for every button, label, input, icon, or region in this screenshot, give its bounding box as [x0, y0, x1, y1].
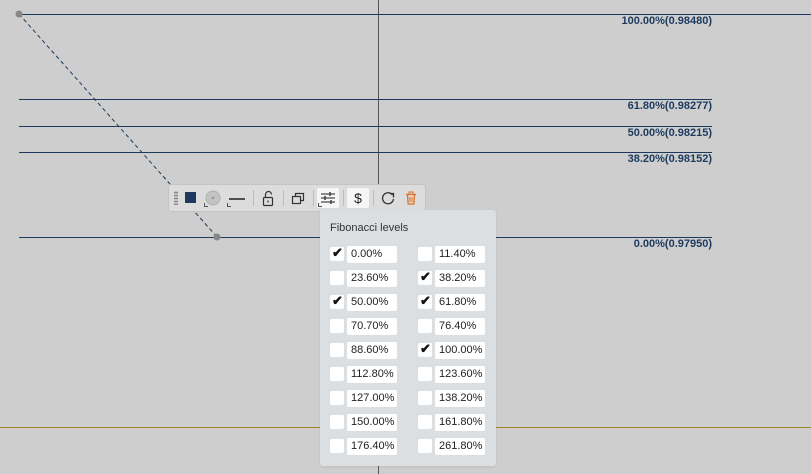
refresh-button[interactable] [377, 188, 399, 208]
level-value-input[interactable]: 70.70% [347, 318, 397, 335]
level-value-input[interactable]: 127.00% [347, 390, 397, 407]
checkmark-icon: ✔ [420, 293, 431, 308]
settings-button[interactable] [317, 188, 339, 208]
price-label-button[interactable]: $ [347, 188, 369, 208]
level-checkbox[interactable] [418, 247, 432, 261]
level-value-input[interactable]: 112.80% [347, 366, 397, 383]
checkmark-icon: ✔ [420, 341, 431, 356]
level-value-input[interactable]: 50.00% [347, 294, 397, 311]
dollar-icon: $ [354, 190, 362, 206]
level-checkbox[interactable]: ✔ [418, 269, 432, 285]
level-checkbox[interactable] [330, 343, 344, 357]
delete-button[interactable] [400, 188, 422, 208]
fib-level-label: 0.00%(0.97950) [633, 238, 712, 250]
toolbar-separator [313, 190, 314, 206]
level-checkbox[interactable]: ✔ [330, 293, 344, 309]
anchor-handle-start[interactable] [15, 10, 23, 18]
level-checkbox[interactable] [418, 439, 432, 453]
checkmark-icon: ✔ [332, 245, 343, 260]
toolbar-separator [253, 190, 254, 206]
trash-icon [406, 191, 416, 205]
checkmark-icon: ✔ [420, 269, 431, 284]
fib-level-label: 38.20%(0.98152) [627, 153, 712, 165]
level-checkbox[interactable] [330, 391, 344, 405]
line-style-button[interactable] [226, 188, 248, 208]
checkmark-icon: ✔ [332, 293, 343, 308]
level-value-input[interactable]: 138.20% [435, 390, 485, 407]
level-checkbox[interactable] [330, 439, 344, 453]
lock-icon [262, 190, 274, 207]
level-checkbox[interactable] [330, 367, 344, 381]
level-checkbox[interactable] [330, 319, 344, 333]
level-checkbox[interactable] [418, 391, 432, 405]
level-value-input[interactable]: 261.80% [435, 438, 485, 455]
toolbar-separator [283, 190, 284, 206]
lock-button[interactable] [257, 188, 279, 208]
level-checkbox[interactable]: ✔ [418, 341, 432, 357]
level-value-input[interactable]: 61.80% [435, 294, 485, 311]
level-value-input[interactable]: 123.60% [435, 366, 485, 383]
level-checkbox[interactable] [330, 415, 344, 429]
toolbar-separator [343, 190, 344, 206]
level-value-input[interactable]: 88.60% [347, 342, 397, 359]
level-checkbox[interactable] [418, 319, 432, 333]
fill-color-button[interactable] [202, 188, 224, 208]
drag-handle-icon[interactable] [174, 191, 178, 205]
level-checkbox[interactable] [418, 367, 432, 381]
toolbar-separator [373, 190, 374, 206]
drawing-toolbar: $ [168, 184, 426, 212]
level-value-input[interactable]: 76.40% [435, 318, 485, 335]
level-value-input[interactable]: 11.40% [435, 246, 485, 263]
corner-indicator [204, 203, 208, 207]
fib-level-label: 50.00%(0.98215) [627, 127, 712, 139]
anchor-handle-end[interactable] [213, 233, 221, 241]
level-value-input[interactable]: 150.00% [347, 414, 397, 431]
line-color-button[interactable] [179, 188, 201, 208]
corner-indicator [318, 203, 322, 207]
level-value-input[interactable]: 161.80% [435, 414, 485, 431]
level-checkbox[interactable]: ✔ [330, 245, 344, 261]
refresh-icon [381, 192, 395, 205]
line-color-swatch [185, 192, 196, 203]
corner-indicator [227, 203, 231, 207]
level-checkbox[interactable] [418, 415, 432, 429]
panel-title: Fibonacci levels [330, 222, 409, 234]
fibonacci-levels-panel: Fibonacci levels ✔ 0.00% 11.40% 23.60% ✔ 38.2… [320, 210, 496, 466]
level-checkbox[interactable]: ✔ [418, 293, 432, 309]
clone-button[interactable] [287, 188, 309, 208]
level-value-input[interactable]: 176.40% [347, 438, 397, 455]
level-value-input[interactable]: 38.20% [435, 270, 485, 287]
clone-icon [291, 192, 305, 205]
level-value-input[interactable]: 0.00% [347, 246, 397, 263]
level-value-input[interactable]: 100.00% [435, 342, 485, 359]
level-checkbox[interactable] [330, 271, 344, 285]
fib-level-label: 100.00%(0.98480) [621, 15, 712, 27]
fib-level-label: 61.80%(0.98277) [627, 100, 712, 112]
level-value-input[interactable]: 23.60% [347, 270, 397, 287]
